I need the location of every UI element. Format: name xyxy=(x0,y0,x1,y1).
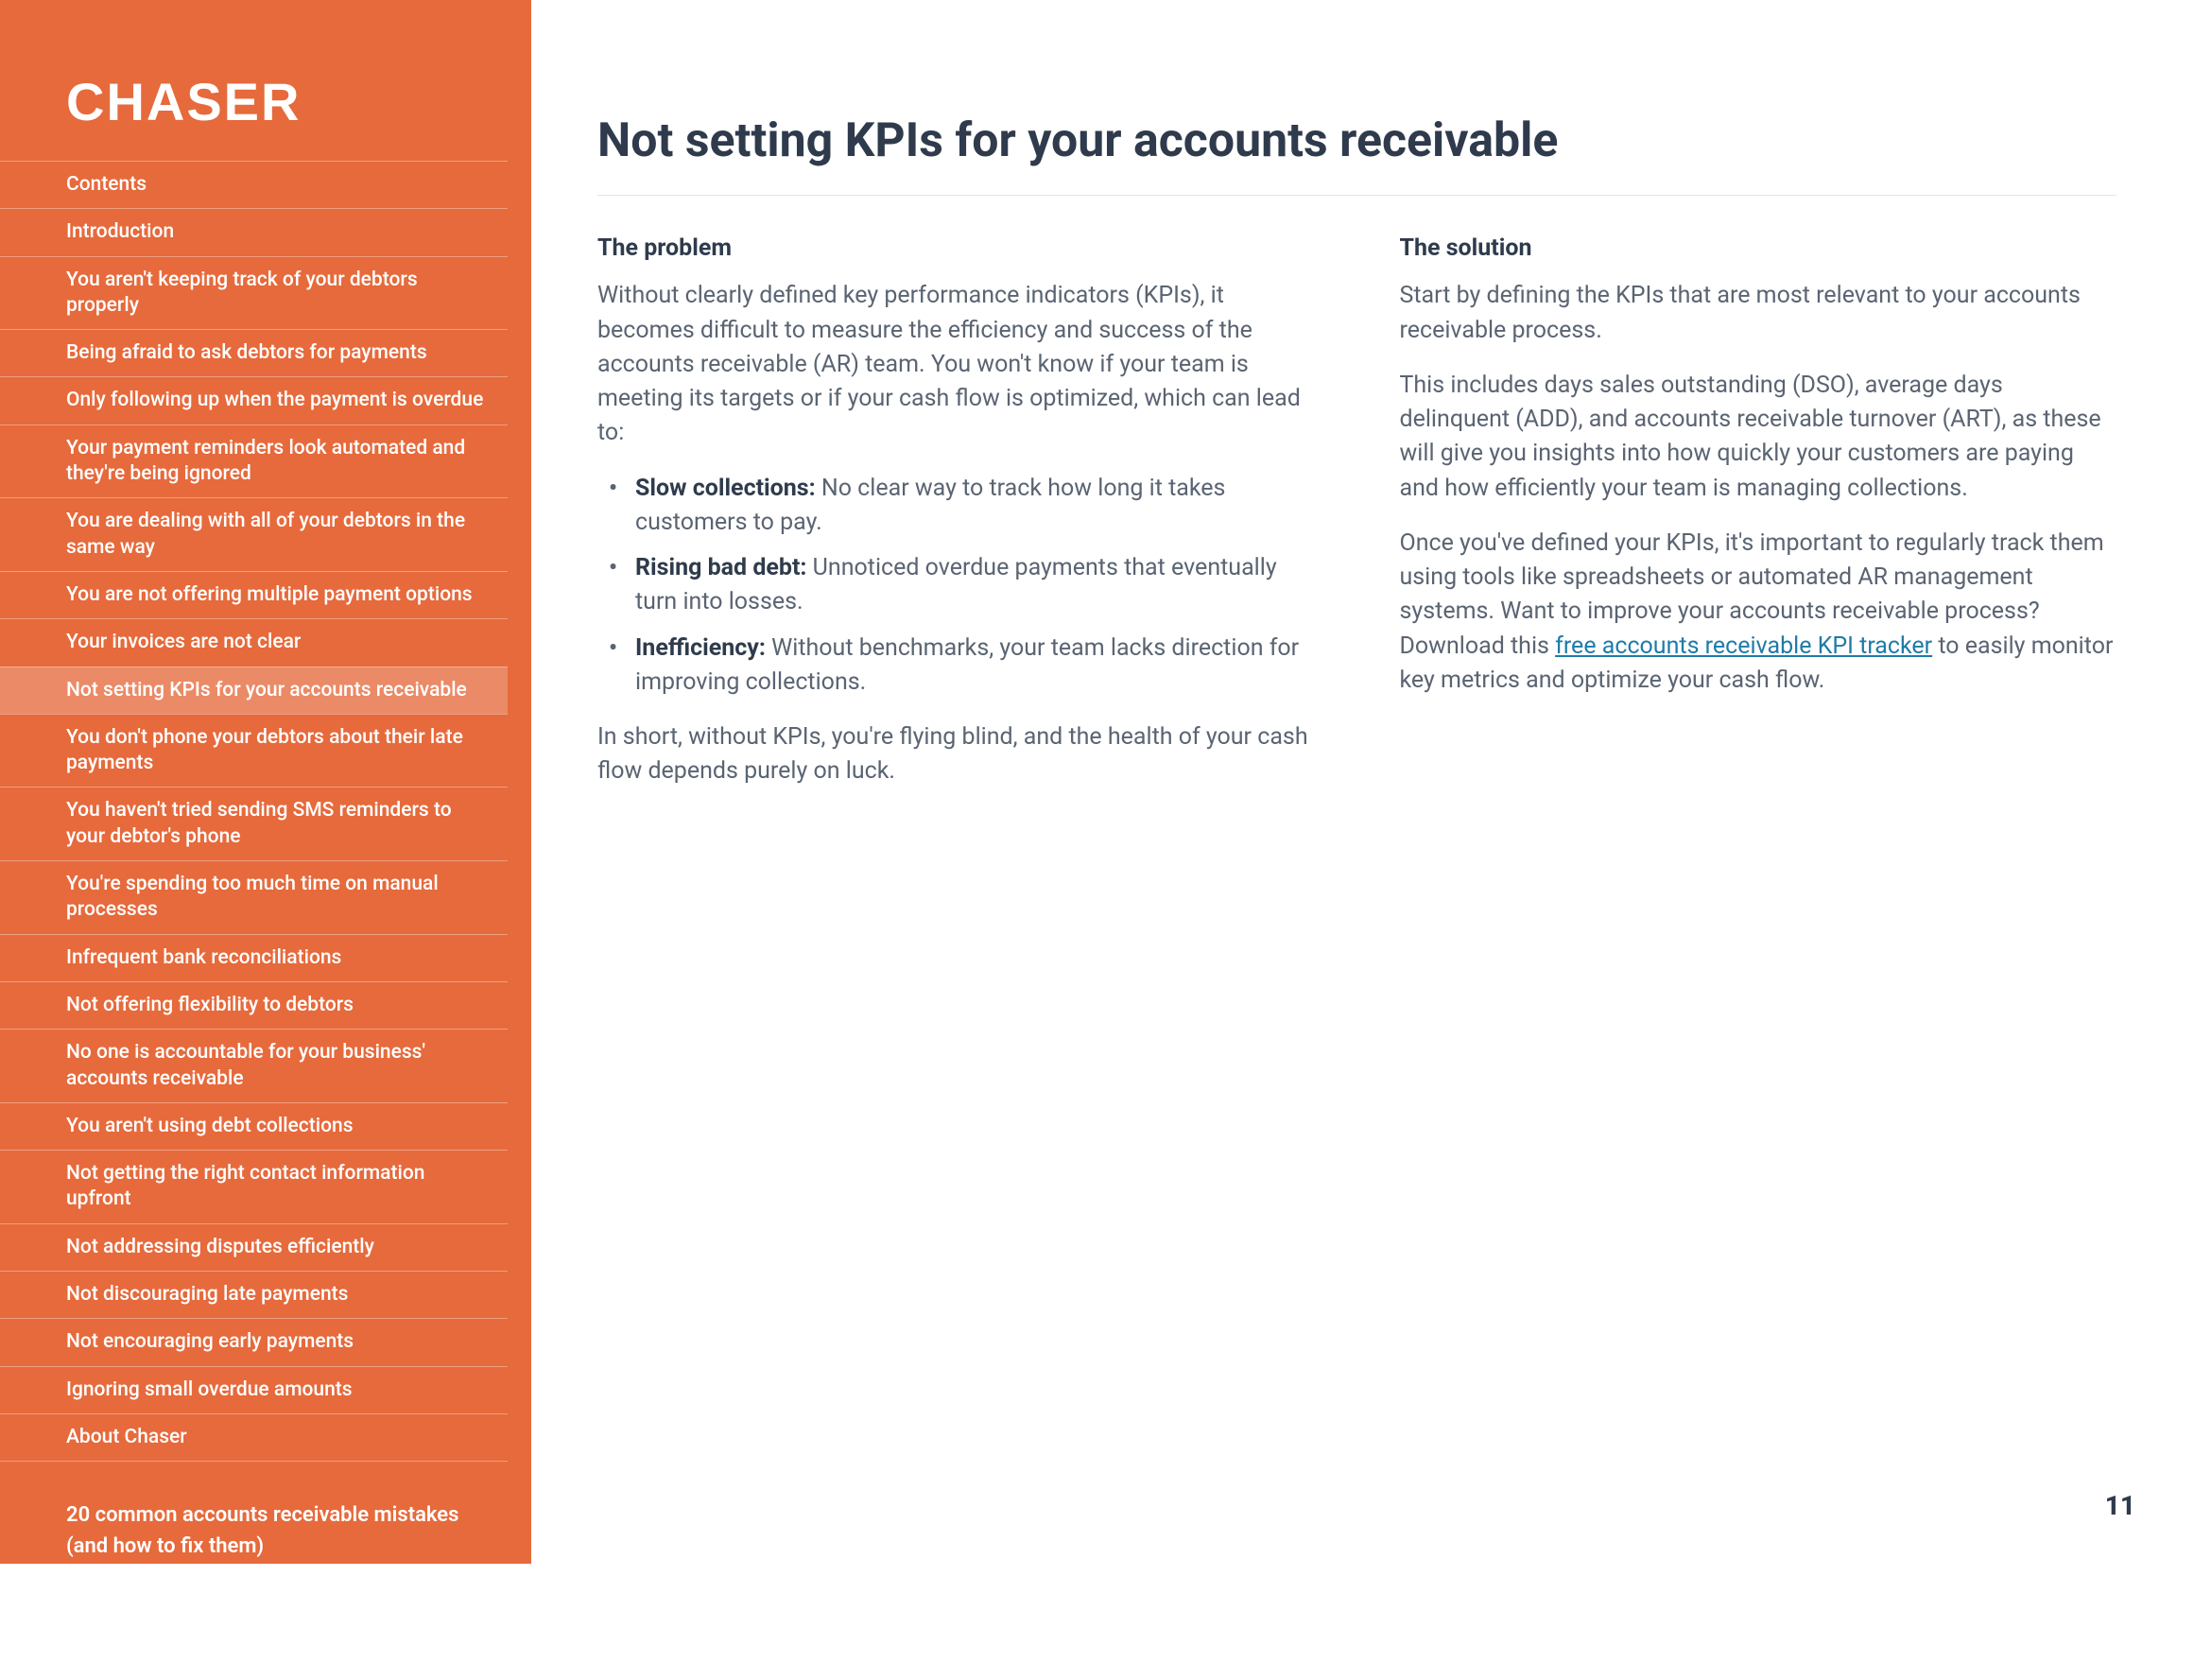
sidebar-item[interactable]: You're spending too much time on manual … xyxy=(0,860,508,934)
sidebar-item[interactable]: Not encouraging early payments xyxy=(0,1318,508,1365)
page-number: 11 xyxy=(2105,1490,2135,1521)
sidebar-item[interactable]: Contents xyxy=(0,161,508,208)
kpi-tracker-link[interactable]: free accounts receivable KPI tracker xyxy=(1555,632,1932,660)
problem-closing: In short, without KPIs, you're flying bl… xyxy=(597,720,1315,789)
sidebar-item[interactable]: You haven't tried sending SMS reminders … xyxy=(0,787,508,860)
sidebar-item[interactable]: You aren't using debt collections xyxy=(0,1102,508,1150)
bullet-bold: Rising bad debt: xyxy=(635,554,806,581)
toc-nav: ContentsIntroductionYou aren't keeping t… xyxy=(0,161,531,1462)
sidebar-footer: 20 common accounts receivable mistakes (… xyxy=(0,1462,531,1680)
list-item: Rising bad debt: Unnoticed overdue payme… xyxy=(635,551,1315,620)
sidebar-item[interactable]: Only following up when the payment is ov… xyxy=(0,376,508,424)
copyright: © 2025 Chaser. All rights reserved. xyxy=(66,1573,493,1604)
sidebar-item[interactable]: No one is accountable for your business'… xyxy=(0,1029,508,1102)
sidebar-item[interactable]: Not discouraging late payments xyxy=(0,1271,508,1318)
solution-column: The solution Start by defining the KPIs … xyxy=(1400,232,2117,810)
sidebar-item[interactable]: Not addressing disputes efficiently xyxy=(0,1223,508,1271)
list-item: Slow collections: No clear way to track … xyxy=(635,472,1315,541)
main-content: Not setting KPIs for your accounts recei… xyxy=(531,0,2211,1564)
sidebar-item[interactable]: Not offering flexibility to debtors xyxy=(0,981,508,1029)
solution-p3: Once you've defined your KPIs, it's impo… xyxy=(1400,527,2117,698)
sidebar-item[interactable]: You aren't keeping track of your debtors… xyxy=(0,256,508,330)
sidebar-item[interactable]: You are not offering multiple payment op… xyxy=(0,571,508,618)
sidebar-item[interactable]: Not setting KPIs for your accounts recei… xyxy=(0,667,508,714)
sidebar-item[interactable]: Your invoices are not clear xyxy=(0,618,508,666)
doc-title: 20 common accounts receivable mistakes (… xyxy=(66,1499,493,1562)
bullet-bold: Slow collections: xyxy=(635,475,816,502)
solution-p2: This includes days sales outstanding (DS… xyxy=(1400,369,2117,506)
sidebar-item[interactable]: Not getting the right contact informatio… xyxy=(0,1150,508,1223)
solution-heading: The solution xyxy=(1400,232,2117,266)
sidebar: CHASER ContentsIntroductionYou aren't ke… xyxy=(0,0,531,1564)
list-item: Inefficiency: Without benchmarks, your t… xyxy=(635,632,1315,701)
sidebar-item[interactable]: Your payment reminders look automated an… xyxy=(0,424,508,498)
sidebar-item[interactable]: Being afraid to ask debtors for payments xyxy=(0,329,508,376)
solution-p1: Start by defining the KPIs that are most… xyxy=(1400,279,2117,348)
problem-column: The problem Without clearly defined key … xyxy=(597,232,1315,810)
problem-heading: The problem xyxy=(597,232,1315,266)
sidebar-item[interactable]: Infrequent bank reconciliations xyxy=(0,934,508,981)
content-columns: The problem Without clearly defined key … xyxy=(597,232,2116,810)
logo: CHASER xyxy=(0,71,531,161)
problem-bullets: Slow collections: No clear way to track … xyxy=(597,472,1315,701)
problem-intro: Without clearly defined key performance … xyxy=(597,279,1315,450)
sidebar-item[interactable]: You don't phone your debtors about their… xyxy=(0,714,508,788)
sidebar-item[interactable]: About Chaser xyxy=(0,1413,508,1462)
bullet-bold: Inefficiency: xyxy=(635,634,766,662)
sidebar-item[interactable]: Introduction xyxy=(0,208,508,255)
sidebar-item[interactable]: You are dealing with all of your debtors… xyxy=(0,497,508,571)
page-title: Not setting KPIs for your accounts recei… xyxy=(597,113,2116,196)
sidebar-item[interactable]: Ignoring small overdue amounts xyxy=(0,1366,508,1413)
